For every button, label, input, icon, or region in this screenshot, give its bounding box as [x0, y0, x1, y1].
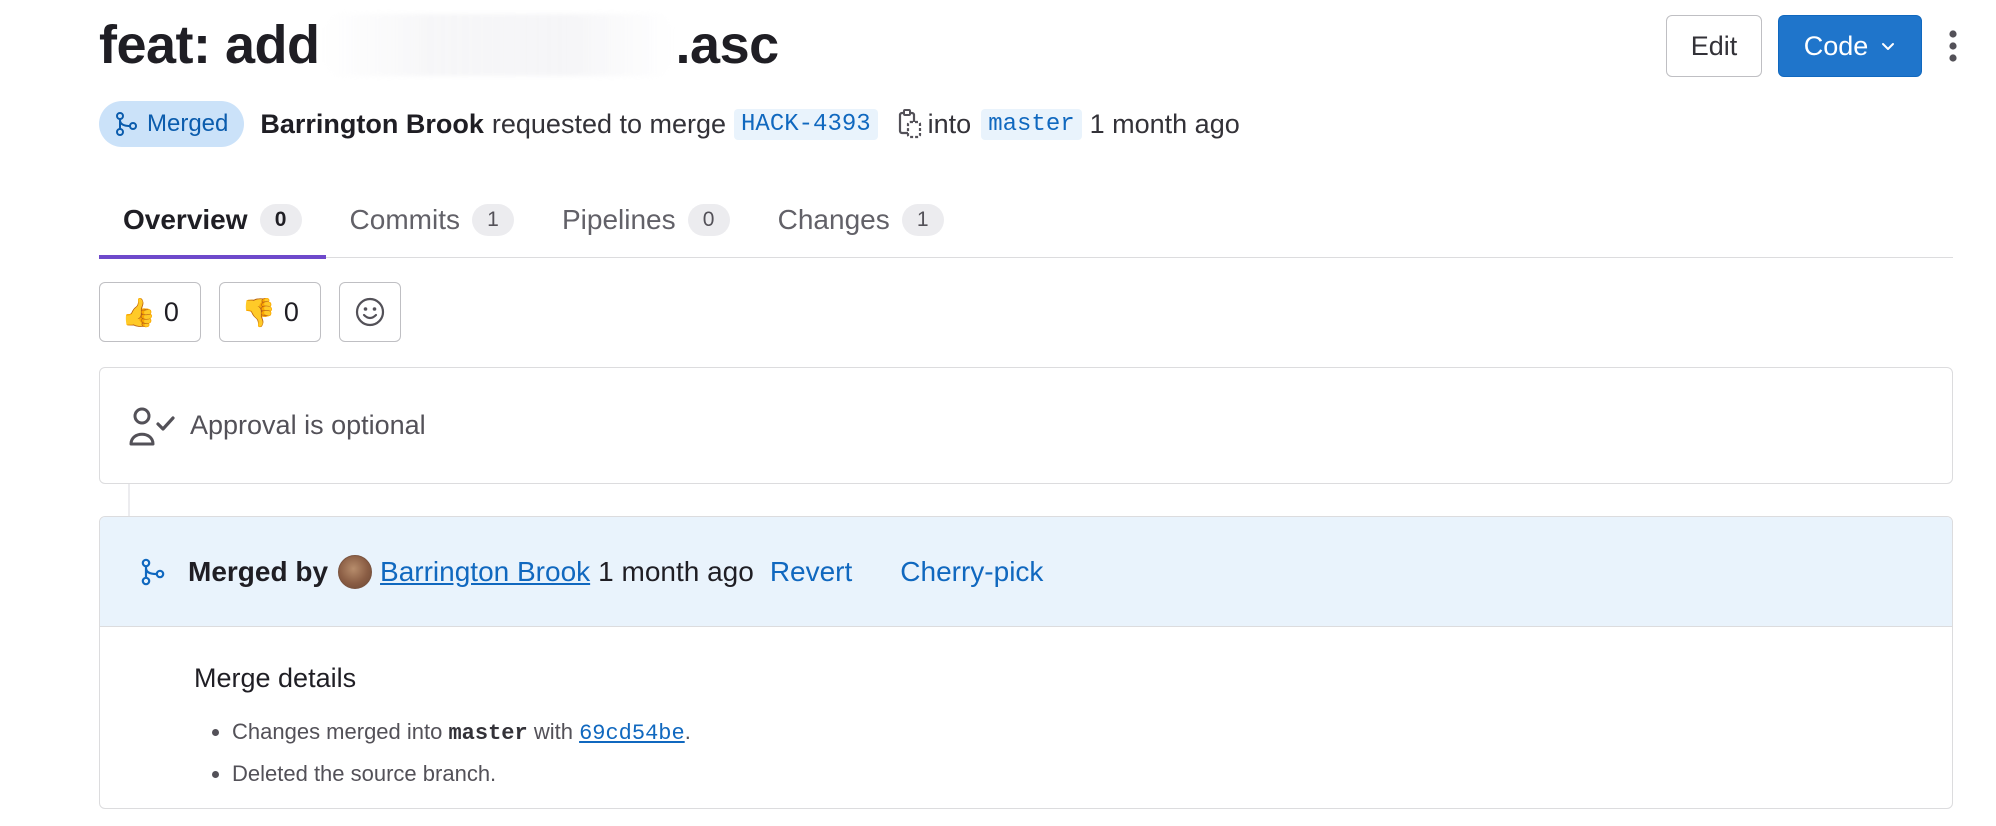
title-prefix: feat: add	[99, 15, 320, 75]
merged-widget: Merged by Barrington Brook 1 month ago R…	[99, 516, 1953, 809]
merged-by-author-link[interactable]: Barrington Brook	[380, 556, 590, 588]
tab-label: Commits	[349, 204, 460, 235]
tab-label: Pipelines	[561, 204, 676, 235]
copy-to-clipboard-icon[interactable]	[896, 108, 924, 140]
merged-by-label: Merged by	[188, 555, 329, 587]
tab-changes[interactable]: Changes 1	[754, 183, 968, 257]
header-actions: Edit Code	[1666, 15, 1968, 77]
tab-pipelines[interactable]: Pipelines 0	[538, 183, 754, 257]
award-emoji-bar: 👍 0 👎 0	[99, 282, 401, 342]
merge-details-list: Changes merged into master with 69cd54be…	[194, 712, 1952, 794]
merge-request-time: 1 month ago	[1089, 108, 1240, 139]
page-title: feat: add .asc	[99, 14, 779, 76]
merged-into-text: Changes merged into	[232, 719, 443, 744]
avatar[interactable]	[338, 554, 373, 589]
with-text: with	[533, 719, 573, 744]
timeline-connector	[128, 484, 130, 516]
thumbs-up-icon: 👍	[121, 296, 156, 328]
thumbs-up-count: 0	[163, 296, 179, 327]
source-branch[interactable]: HACK-4393	[734, 108, 878, 140]
status-label: Merged	[147, 110, 229, 137]
approval-widget: Approval is optional	[99, 367, 1953, 484]
thumbs-up-button[interactable]: 👍 0	[99, 282, 201, 342]
target-branch[interactable]: master	[981, 108, 1082, 140]
tab-count: 0	[259, 204, 302, 236]
tab-overview[interactable]: Overview 0	[99, 183, 326, 259]
merge-request-meta: Merged Barrington Brook requested to mer…	[99, 101, 1240, 147]
thumbs-down-count: 0	[283, 296, 299, 327]
tab-count: 1	[471, 204, 514, 236]
merge-details: Merge details Changes merged into master…	[100, 627, 1952, 794]
kebab-menu-icon	[1949, 30, 1957, 62]
list-item: Deleted the source branch.	[232, 754, 1952, 794]
revert-button[interactable]: Revert	[770, 556, 852, 588]
merge-request-icon	[116, 112, 137, 136]
commit-sha-link[interactable]: 69cd54be	[579, 721, 685, 746]
tab-count: 0	[687, 204, 730, 236]
list-item: Changes merged into master with 69cd54be…	[232, 712, 1952, 754]
tab-commits[interactable]: Commits 1	[326, 183, 538, 257]
merged-target-branch: master	[448, 721, 528, 746]
cherry-pick-button[interactable]: Cherry-pick	[900, 556, 1043, 588]
tab-label: Changes	[777, 204, 890, 235]
thumbs-down-button[interactable]: 👎 0	[219, 282, 321, 342]
merged-time: 1 month ago	[598, 555, 754, 587]
smiley-icon	[355, 297, 385, 327]
merge-request-page: feat: add .asc Edit Code Merged Barringt…	[0, 0, 1996, 826]
tab-count: 1	[901, 204, 944, 236]
into-text: into	[927, 108, 972, 139]
approval-icon	[129, 407, 175, 445]
code-button-label: Code	[1803, 30, 1869, 61]
requested-text: requested to merge	[491, 108, 727, 139]
code-dropdown-button[interactable]: Code	[1778, 15, 1922, 77]
merge-details-title: Merge details	[194, 663, 357, 693]
approval-text: Approval is optional	[190, 410, 426, 440]
chevron-down-icon	[1882, 43, 1895, 50]
author-name[interactable]: Barrington Brook	[260, 109, 484, 140]
period-text: .	[684, 719, 691, 744]
status-badge: Merged	[99, 101, 245, 147]
merge-icon	[141, 558, 165, 585]
redacted-title-segment	[321, 14, 674, 76]
merged-widget-header: Merged by Barrington Brook 1 month ago R…	[100, 517, 1952, 627]
edit-button[interactable]: Edit	[1666, 15, 1762, 77]
tab-label: Overview	[123, 204, 248, 235]
thumbs-down-icon: 👎	[241, 296, 276, 328]
merge-request-tabs: Overview 0 Commits 1 Pipelines 0 Changes…	[99, 183, 1953, 259]
more-actions-button[interactable]	[1938, 15, 1968, 77]
title-suffix: .asc	[675, 15, 780, 75]
add-reaction-button[interactable]	[339, 282, 401, 342]
